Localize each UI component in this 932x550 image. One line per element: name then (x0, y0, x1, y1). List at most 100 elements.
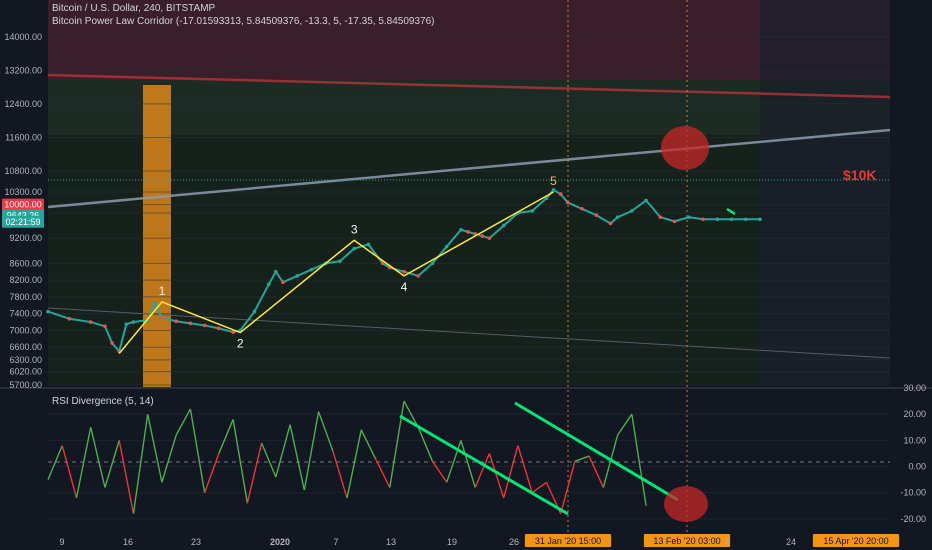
time-axis-label: 24 (786, 537, 796, 547)
price-point (103, 324, 107, 329)
price-point (352, 246, 356, 251)
price-point (487, 236, 492, 240)
price-point (366, 242, 371, 247)
rsi-tick-label: -20.00 (900, 514, 926, 524)
accumulation-zone-bar (143, 85, 171, 388)
indicator-title: Bitcoin Power Law Corridor (-17.01593313… (52, 16, 435, 27)
price-point (252, 309, 257, 314)
rsi-tick-label: -10.00 (900, 488, 926, 498)
price-tick-label: 8600.00 (9, 258, 42, 268)
time-axis-label: 13 (386, 537, 396, 547)
price-point (46, 309, 50, 314)
price-point (743, 217, 748, 222)
rsi-tick-label: 20.00 (903, 409, 926, 419)
price-tick-label: 14000.00 (4, 32, 42, 42)
time-axis: 9 16 23 2020 7 13 19 26 31 Jan '20 15:00 13 Feb '… (0, 532, 932, 550)
price-point (658, 215, 663, 219)
price-point (715, 217, 720, 222)
price-point (444, 244, 449, 249)
price-point (217, 326, 221, 331)
price-point (338, 259, 342, 264)
rsi-divergence-highlight (664, 486, 708, 522)
price-point (672, 219, 677, 224)
price-tick-label: 6020.00 (9, 367, 42, 377)
price-point (530, 209, 534, 213)
price-tick-label: 7400.00 (9, 309, 42, 319)
price-point (202, 323, 207, 328)
price-point (501, 223, 506, 228)
time-axis-label: 2020 (270, 537, 290, 547)
time-axis-badge-label: 31 Jan '20 15:00 (535, 536, 601, 546)
price-point (580, 206, 584, 211)
price-point (266, 282, 271, 287)
price-point (758, 217, 762, 222)
time-axis-label: 7 (333, 537, 338, 547)
price-badge-label: 02:21:59 (5, 217, 40, 227)
time-axis-label: 23 (191, 537, 201, 547)
wave-5-highlight (661, 126, 709, 170)
price-tick-label: 13200.00 (4, 65, 42, 75)
price-point (188, 321, 193, 326)
price-point (153, 301, 157, 305)
price-tick-label: 6300.00 (9, 355, 42, 365)
rsi-tick-label: 10.00 (903, 435, 926, 445)
price-point (565, 200, 570, 205)
price-tick-label: 7800.00 (9, 292, 42, 302)
price-point (416, 274, 421, 278)
price-point (701, 217, 705, 222)
price-point (274, 269, 278, 274)
price-point (687, 215, 691, 219)
time-axis-label: 26 (509, 537, 519, 547)
time-axis-badge-label: 13 Feb '20 03:00 (653, 536, 720, 546)
price-tick-label: 5700.00 (9, 380, 42, 390)
price-point (174, 319, 178, 324)
price-point (124, 322, 129, 326)
price-tick-label: 9200.00 (9, 233, 42, 243)
price-point (729, 217, 734, 222)
rsi-title: RSI Divergence (5, 14) (52, 396, 154, 407)
price-point (295, 274, 300, 278)
price-point (281, 280, 285, 285)
price-point (630, 209, 634, 213)
price-tick-label: 8200.00 (9, 275, 42, 285)
rsi-tick-label: 30.00 (903, 383, 926, 393)
price-point (67, 316, 72, 321)
price-tick-label: 7000.00 (9, 325, 42, 335)
wave-label-5: 5 (550, 174, 557, 188)
price-tick-label: 6600.00 (9, 342, 42, 352)
time-axis-label: 9 (59, 537, 64, 547)
price-point (309, 267, 314, 272)
price-point (430, 261, 435, 266)
price-tick-label: 12400.00 (4, 99, 42, 109)
price-point (131, 320, 136, 324)
price-point (615, 215, 620, 219)
price-point (594, 213, 599, 217)
rsi-tick-label: 0.00 (908, 462, 926, 472)
price-point (551, 188, 556, 192)
chart-canvas: 14000.00 13200.00 12400.00 11600.00 10800.00… (0, 0, 932, 550)
price-point (88, 320, 93, 324)
price-tick-label: 11600.00 (5, 132, 42, 142)
price-badges: 10000.009643.2602:21:59 (2, 198, 44, 228)
wave-label-4: 4 (401, 280, 408, 294)
price-tick-label: 10800.00 (4, 166, 42, 176)
price-point (608, 221, 613, 226)
target-annotation: $10K (843, 167, 876, 183)
time-axis-label: 16 (123, 537, 133, 547)
time-axis-label: 19 (447, 537, 457, 547)
price-tick-label: 10300.00 (4, 187, 42, 197)
price-point (466, 230, 470, 234)
price-point (644, 198, 648, 203)
wave-label-2: 2 (237, 337, 244, 351)
price-point (558, 192, 563, 196)
time-axis-label: 7 (724, 537, 729, 547)
price-point (402, 269, 406, 274)
wave-label-1: 1 (159, 284, 166, 298)
price-point (480, 234, 485, 238)
price-badge-label: 10000.00 (4, 200, 42, 210)
price-point (110, 341, 114, 345)
price-point (160, 316, 164, 320)
time-axis-badge-label: 15 Apr '20 20:00 (823, 536, 888, 546)
wave-label-3: 3 (351, 222, 358, 236)
chart-title: Bitcoin / U.S. Dollar, 240, BITSTAMP (52, 3, 216, 14)
